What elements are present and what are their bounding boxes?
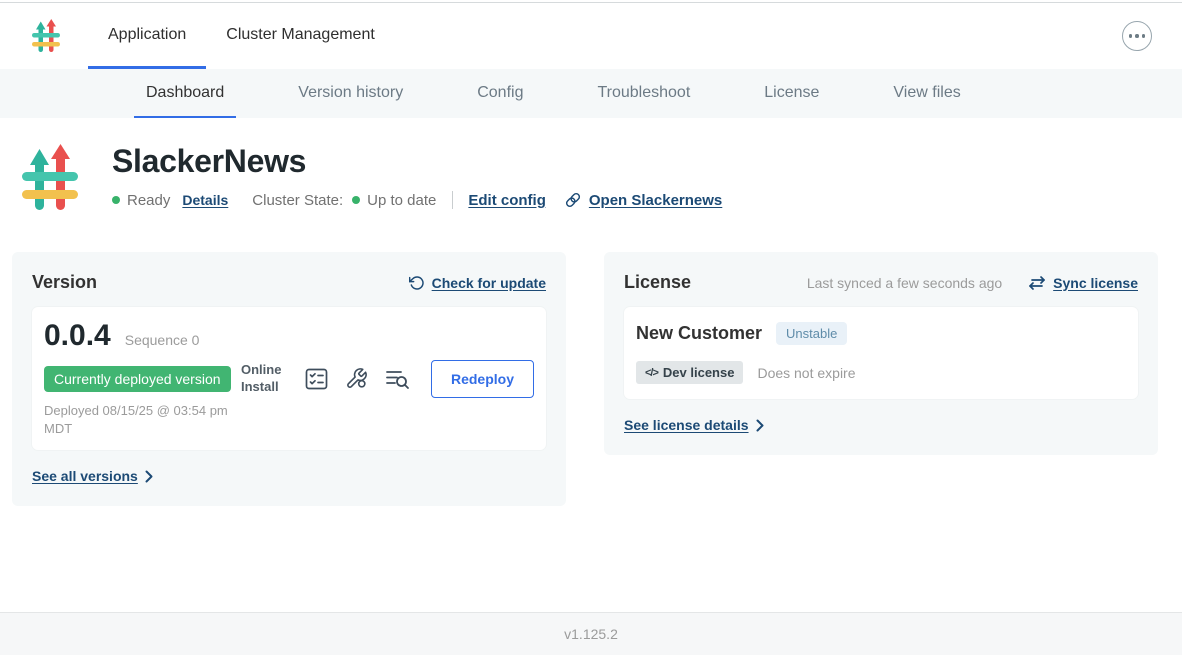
cluster-state-dot bbox=[352, 196, 360, 204]
redeploy-button[interactable]: Redeploy bbox=[431, 360, 534, 398]
customer-name: New Customer bbox=[636, 323, 762, 344]
link-icon bbox=[564, 191, 582, 209]
license-card: License Last synced a few seconds ago Sy… bbox=[604, 252, 1158, 455]
sync-license-link[interactable]: Sync license bbox=[1028, 275, 1138, 291]
footer: v1.125.2 bbox=[0, 612, 1182, 655]
config-values-icon[interactable] bbox=[345, 367, 368, 390]
primary-tabs: Application Cluster Management bbox=[88, 3, 395, 69]
subnav-item-troubleshoot[interactable]: Troubleshoot bbox=[585, 69, 702, 118]
app-logo-icon bbox=[32, 19, 60, 53]
top-navigation: Application Cluster Management bbox=[0, 3, 1182, 69]
sync-icon bbox=[1028, 275, 1046, 291]
subnav-item-view-files[interactable]: View files bbox=[881, 69, 972, 118]
slackernews-app-icon bbox=[22, 144, 78, 212]
deployed-badge: Currently deployed version bbox=[44, 366, 231, 392]
app-status-row: Ready Details Cluster State: Up to date … bbox=[112, 191, 722, 209]
license-panel: New Customer Unstable </> Dev license Do… bbox=[624, 307, 1138, 399]
sequence-label: Sequence 0 bbox=[125, 332, 200, 348]
version-number: 0.0.4 bbox=[44, 319, 111, 353]
app-status-dot bbox=[112, 196, 120, 204]
more-options-button[interactable] bbox=[1122, 21, 1152, 51]
ellipsis-icon bbox=[1129, 34, 1133, 38]
edit-config-link[interactable]: Edit config bbox=[468, 192, 546, 209]
current-version-panel: 0.0.4 Sequence 0 Currently deployed vers… bbox=[32, 307, 546, 450]
see-license-details-link[interactable]: See license details bbox=[624, 417, 764, 433]
chevron-right-icon bbox=[756, 419, 764, 432]
install-type-label: Online Install bbox=[241, 362, 291, 396]
version-card-title: Version bbox=[32, 272, 97, 293]
refresh-icon bbox=[409, 275, 425, 291]
dashboard-cards: Version Check for update 0.0.4 Se bbox=[0, 252, 1182, 506]
app-status-label: Ready bbox=[127, 192, 170, 209]
open-app-link[interactable]: Open Slackernews bbox=[564, 191, 722, 209]
cluster-state-value: Up to date bbox=[367, 192, 436, 209]
expiration-label: Does not expire bbox=[757, 365, 855, 381]
version-card: Version Check for update 0.0.4 Se bbox=[12, 252, 566, 506]
chevron-right-icon bbox=[145, 470, 153, 483]
deploy-logs-icon[interactable] bbox=[385, 368, 410, 390]
secondary-navigation: Dashboard Version history Config Trouble… bbox=[0, 69, 1182, 118]
console-version: v1.125.2 bbox=[564, 626, 618, 642]
app-header: SlackerNews Ready Details Cluster State:… bbox=[0, 144, 1182, 212]
dashboard-main: SlackerNews Ready Details Cluster State:… bbox=[0, 118, 1182, 612]
release-notes-icon[interactable] bbox=[305, 368, 328, 390]
tab-application[interactable]: Application bbox=[88, 3, 206, 69]
see-all-versions-link[interactable]: See all versions bbox=[32, 468, 153, 484]
subnav-item-dashboard[interactable]: Dashboard bbox=[134, 69, 236, 118]
subnav-item-license[interactable]: License bbox=[752, 69, 831, 118]
tab-cluster-management[interactable]: Cluster Management bbox=[206, 3, 395, 69]
license-card-title: License bbox=[624, 272, 691, 293]
divider bbox=[452, 191, 453, 209]
check-for-update-link[interactable]: Check for update bbox=[409, 275, 546, 291]
last-synced-label: Last synced a few seconds ago bbox=[807, 275, 1002, 291]
details-link[interactable]: Details bbox=[182, 192, 228, 208]
page-title: SlackerNews bbox=[112, 144, 722, 179]
channel-badge: Unstable bbox=[776, 322, 847, 345]
subnav-item-config[interactable]: Config bbox=[465, 69, 535, 118]
subnav-item-version-history[interactable]: Version history bbox=[286, 69, 415, 118]
license-type-badge: </> Dev license bbox=[636, 361, 743, 384]
cluster-state-label: Cluster State: bbox=[252, 192, 343, 209]
code-icon: </> bbox=[645, 367, 658, 379]
deployed-timestamp: Deployed 08/15/25 @ 03:54 pm MDT bbox=[44, 402, 239, 438]
